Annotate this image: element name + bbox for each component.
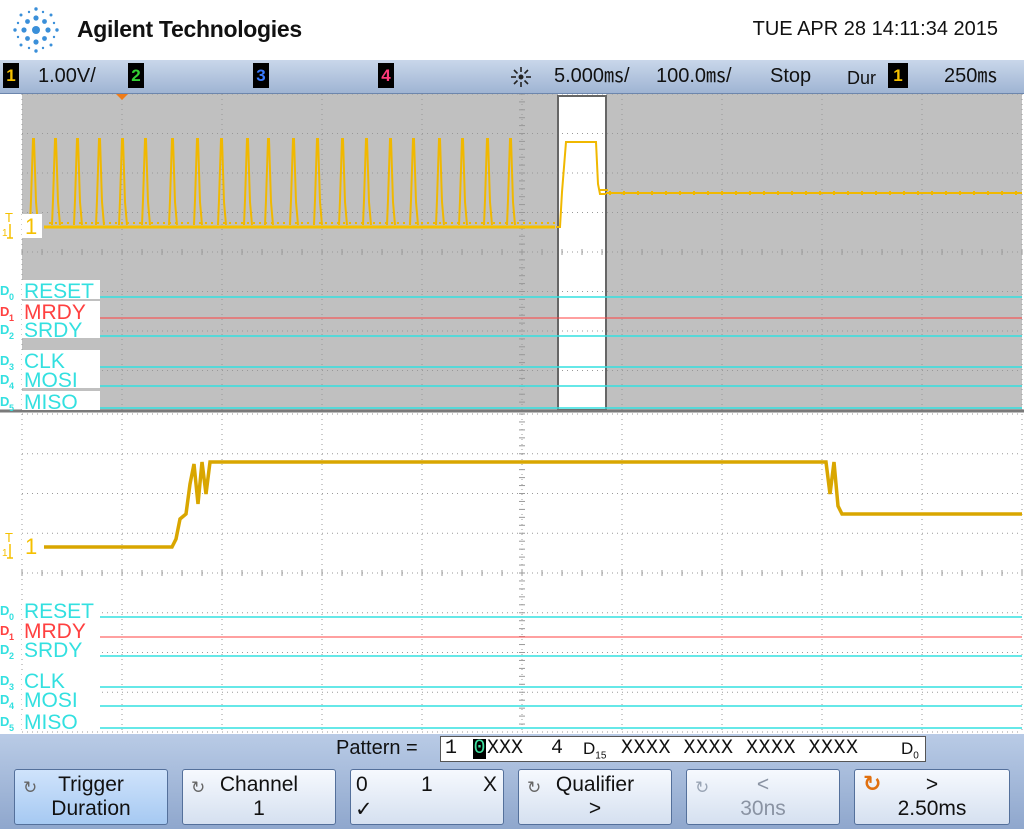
upper-d1-id[interactable]: D: [0, 304, 9, 319]
softkey-min-duration[interactable]: ↻ < 30ns: [686, 769, 840, 825]
softkey-trigger-duration[interactable]: ↻ Trigger Duration: [14, 769, 168, 825]
measurement-value: 250㎳: [944, 65, 998, 87]
upper-d0-name: RESET: [24, 280, 94, 303]
bit-option-dontcare[interactable]: X: [483, 773, 497, 797]
delay-knob-icon: [511, 67, 531, 87]
upper-d1-id-sub: 1: [9, 313, 14, 323]
bit-option-zero[interactable]: 0: [356, 773, 368, 797]
status-bar: 1 1.00V/ 2 3 4 5.000㎳/ 100.0㎳/ Stop Dur …: [0, 60, 1024, 94]
channel-1-trace-zoom: [44, 460, 1022, 549]
brand-name: Agilent Technologies: [77, 16, 302, 42]
run-state: Stop: [770, 65, 812, 87]
upper-d5-id-sub: 5: [9, 403, 14, 413]
upper-trigger-level-marker[interactable]: T: [5, 210, 13, 225]
lower-d5-name: MISO: [24, 711, 78, 734]
bit-option-one[interactable]: 1: [421, 773, 433, 797]
upper-d5-id[interactable]: D: [0, 394, 9, 409]
lower-d4-id-sub: 4: [9, 701, 14, 711]
upper-d4-id-sub: 4: [9, 381, 14, 391]
lower-d2-name: SRDY: [24, 639, 82, 662]
upper-d0-id[interactable]: D: [0, 283, 9, 298]
upper-d4-id[interactable]: D: [0, 372, 9, 387]
upper-trigger-ground-icon: [7, 224, 13, 239]
pattern-label: Pattern =: [336, 737, 418, 759]
upper-d4-name: MOSI: [24, 369, 78, 392]
lower-trigger-level-marker[interactable]: T: [5, 530, 13, 545]
date-time: TUE APR 28 14:11:34 2015: [752, 18, 998, 40]
lower-d4-name: MOSI: [24, 689, 78, 712]
pattern-last-channel: 4: [551, 737, 564, 760]
upper-d5-name: MISO: [24, 391, 78, 414]
softkey-pattern-bit-value[interactable]: 0 1 X ✓: [350, 769, 504, 825]
waveform-display[interactable]: D 0 RESET D 1 MRDY D 2 SRDY D 3 CLK D 4 MOSI D 5 MISO D 0 RE…: [0, 94, 1024, 734]
lower-d3-id[interactable]: D: [0, 673, 9, 688]
check-icon: ✓: [355, 798, 373, 821]
pattern-selected-bit[interactable]: 0: [473, 739, 486, 759]
pattern-digital-bits: XXXX XXXX XXXX XXXX: [621, 737, 859, 760]
lower-d5-id-sub: 5: [9, 723, 14, 733]
lower-d2-id-sub: 2: [9, 651, 14, 661]
upper-d2-id[interactable]: D: [0, 322, 9, 337]
channel-2-indicator[interactable]: 2: [128, 63, 144, 88]
lower-trigger-ground-icon: [7, 544, 13, 559]
measurement-channel: 1: [888, 63, 908, 88]
measurement-label: Dur: [847, 68, 877, 88]
channel-4-indicator[interactable]: 4: [378, 63, 394, 88]
delay-value: 5.000㎳/: [554, 65, 630, 87]
lower-d0-id[interactable]: D: [0, 603, 9, 618]
lower-d2-id[interactable]: D: [0, 642, 9, 657]
agilent-spark-icon: [13, 7, 59, 53]
lower-d3-id-sub: 3: [9, 682, 14, 692]
upper-channel-1-marker[interactable]: 1: [25, 214, 37, 239]
lower-d0-id-sub: 0: [9, 612, 14, 622]
lower-channel-1-marker[interactable]: 1: [25, 534, 37, 559]
pattern-d0-label: D0: [901, 739, 919, 762]
waveform-canvas: D 0 RESETD 1 MRDYD 2 SRDYD 3 CLKD 4 MOSID 5 MISOD 0 RE…: [0, 94, 1024, 734]
lower-d1-id-sub: 1: [9, 632, 14, 642]
softkey-channel[interactable]: ↻ Channel 1: [182, 769, 336, 825]
upper-d2-id-sub: 2: [9, 331, 14, 341]
upper-d3-id-sub: 3: [9, 362, 14, 372]
pattern-value-box[interactable]: 1 0 XXX 4 D15 XXXX XXXX XXXX XXXX D0: [440, 736, 926, 762]
lower-d1-id[interactable]: D: [0, 623, 9, 638]
lower-d5-id[interactable]: D: [0, 714, 9, 729]
upper-d0-id-sub: 0: [9, 292, 14, 302]
header-bar: Agilent Technologies TUE APR 28 14:11:34…: [0, 0, 1024, 60]
channel-1-scale: 1.00V/: [38, 65, 96, 87]
softkey-qualifier[interactable]: ↻ Qualifier >: [518, 769, 672, 825]
channel-3-indicator[interactable]: 3: [253, 63, 269, 88]
pattern-first-channel: 1: [445, 737, 458, 760]
pattern-analog-bits: XXX: [487, 737, 524, 760]
upper-d2-name: SRDY: [24, 319, 82, 342]
timebase-value: 100.0㎳/: [656, 65, 732, 87]
lower-d4-id[interactable]: D: [0, 692, 9, 707]
upper-d3-id[interactable]: D: [0, 353, 9, 368]
softkey-max-duration[interactable]: ↻ > 2.50ms: [854, 769, 1010, 825]
channel-1-indicator[interactable]: 1: [3, 63, 19, 88]
pattern-d15-label: D15: [583, 739, 607, 762]
